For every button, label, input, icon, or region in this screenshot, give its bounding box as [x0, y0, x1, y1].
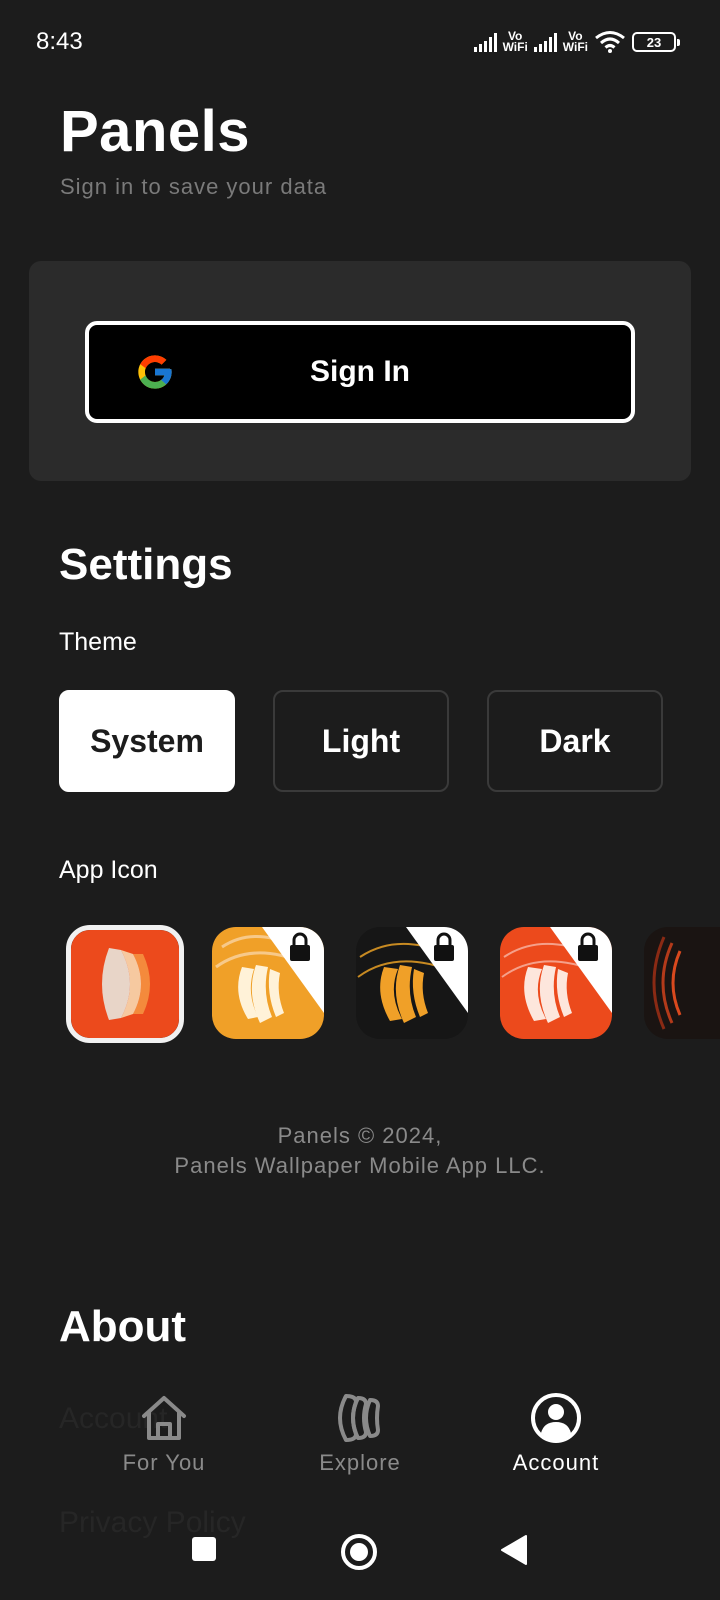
nav-label-for-you: For You: [122, 1450, 206, 1475]
theme-selector: System Light Dark: [59, 690, 663, 792]
google-signin-button[interactable]: Sign In: [85, 321, 635, 423]
battery-icon: 23: [632, 32, 680, 52]
app-icon-gold[interactable]: [212, 927, 324, 1039]
vowifi-label-1: Vo WiFi: [502, 29, 528, 54]
recents-button[interactable]: [191, 1536, 217, 1567]
app-icon-default[interactable]: [66, 925, 184, 1043]
nav-label-account: Account: [512, 1450, 600, 1475]
status-bar: 8:43 Vo WiFi Vo WiFi 23: [0, 0, 720, 84]
signin-label: Sign In: [310, 355, 410, 388]
panels-red-icon: [500, 927, 612, 1039]
signal-icon: [473, 32, 497, 52]
nav-label-explore: Explore: [319, 1450, 401, 1475]
status-time: 8:43: [36, 28, 83, 55]
wifi-icon: [595, 31, 625, 53]
settings-heading: Settings: [59, 540, 233, 589]
back-button[interactable]: [500, 1534, 528, 1571]
nav-for-you[interactable]: For You: [84, 1390, 244, 1476]
signin-card: Sign In: [29, 261, 691, 481]
home-icon: [142, 1396, 186, 1440]
app-icon-label: App Icon: [59, 856, 158, 884]
google-icon: [138, 355, 172, 389]
nav-explore[interactable]: Explore: [280, 1390, 440, 1476]
vowifi-label-2: Vo WiFi: [562, 29, 588, 54]
home-button[interactable]: [340, 1533, 378, 1576]
theme-light-button[interactable]: Light: [273, 690, 449, 792]
status-icons: Vo WiFi Vo WiFi 23: [473, 26, 680, 58]
bottom-nav: For You Explore Account: [0, 1390, 720, 1500]
app-icon-black-gold[interactable]: [356, 927, 468, 1039]
back-triangle-icon: [501, 1535, 527, 1565]
panels-black-gold-icon: [356, 927, 468, 1039]
theme-dark-button[interactable]: Dark: [487, 690, 663, 792]
system-nav-bar: [0, 1520, 720, 1590]
explore-icon: [338, 1394, 380, 1442]
page-subtitle: Sign in to save your data: [60, 174, 328, 199]
square-icon: [192, 1537, 216, 1561]
theme-label: Theme: [59, 628, 137, 656]
theme-system-button[interactable]: System: [59, 690, 235, 792]
page-title: Panels: [60, 99, 250, 164]
about-heading: About: [59, 1302, 187, 1351]
app-icon-red[interactable]: [500, 927, 612, 1039]
copyright-line-1: Panels © 2024,: [277, 1123, 443, 1148]
app-icon-list: [66, 925, 720, 1045]
signal-icon-2: [533, 32, 557, 52]
app-icon-dark-red[interactable]: [644, 927, 720, 1039]
copyright-text: Panels © 2024, Panels Wallpaper Mobile A…: [0, 1121, 720, 1181]
nav-account[interactable]: Account: [476, 1390, 636, 1476]
account-icon: [531, 1393, 581, 1443]
panels-dark-red-icon: [644, 927, 720, 1039]
panels-logo-icon: [71, 930, 179, 1038]
copyright-line-2: Panels Wallpaper Mobile App LLC.: [174, 1153, 546, 1178]
panels-gold-icon: [212, 927, 324, 1039]
circle-home-icon: [341, 1534, 377, 1570]
